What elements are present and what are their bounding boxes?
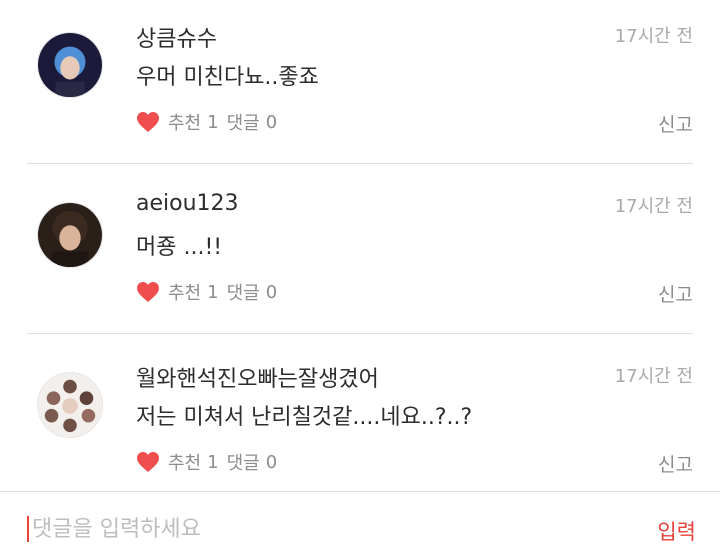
- recommend-count: 1: [207, 451, 219, 473]
- comment-author[interactable]: 상큼슈수: [136, 21, 217, 53]
- text-cursor: [27, 516, 29, 542]
- reply-label[interactable]: 댓글: [227, 279, 260, 305]
- report-button[interactable]: 신고: [658, 280, 693, 307]
- comment-timestamp: 17시간 전: [614, 366, 693, 387]
- reply-count: 0: [265, 281, 278, 303]
- comment-text: 머죵 ...!!: [136, 235, 223, 260]
- reply-label[interactable]: 댓글: [227, 449, 260, 475]
- comment-timestamp: 17시간 전: [614, 196, 693, 217]
- divider: [27, 163, 693, 164]
- comment-actions: 추천 1 댓글 0: [136, 449, 285, 475]
- submit-button[interactable]: 입력: [657, 516, 696, 546]
- comment-timestamp: 17시간 전: [614, 26, 693, 47]
- recommend-count: 1: [207, 281, 219, 303]
- heart-icon[interactable]: [136, 281, 160, 303]
- heart-icon[interactable]: [136, 111, 160, 133]
- avatar[interactable]: [37, 372, 103, 438]
- divider: [27, 333, 693, 334]
- comment-actions: 추천 1 댓글 0: [136, 109, 285, 135]
- avatar[interactable]: [37, 202, 103, 268]
- recommend-label[interactable]: 추천: [168, 449, 201, 475]
- reply-count: 0: [265, 111, 278, 133]
- recommend-count: 1: [207, 111, 219, 133]
- comment-composer: 입력: [0, 491, 720, 544]
- comment-text: 우머 미친다뇨..좋죠: [136, 65, 319, 90]
- recommend-label[interactable]: 추천: [168, 279, 201, 305]
- heart-icon[interactable]: [136, 451, 160, 473]
- reply-count: 0: [265, 451, 278, 473]
- comment-item: aeiou123 17시간 전 머죵 ...!! 추천 1 댓글 0 신고: [0, 170, 720, 340]
- comment-author[interactable]: aeiou123: [136, 191, 239, 216]
- comment-item: 상큼슈수 17시간 전 우머 미친다뇨..좋죠 추천 1 댓글 0 신고: [0, 0, 720, 170]
- reply-label[interactable]: 댓글: [227, 109, 260, 135]
- comment-actions: 추천 1 댓글 0: [136, 279, 285, 305]
- comment-item: 월와핸석진오빠는잘생겼어 17시간 전 저는 미쳐서 난리칠것같....네요..…: [0, 340, 720, 510]
- comment-text: 저는 미쳐서 난리칠것같....네요..?..?: [136, 405, 473, 430]
- report-button[interactable]: 신고: [658, 450, 693, 477]
- avatar[interactable]: [37, 32, 103, 98]
- report-button[interactable]: 신고: [658, 110, 693, 137]
- comment-author[interactable]: 월와핸석진오빠는잘생겼어: [136, 361, 379, 393]
- recommend-label[interactable]: 추천: [168, 109, 201, 135]
